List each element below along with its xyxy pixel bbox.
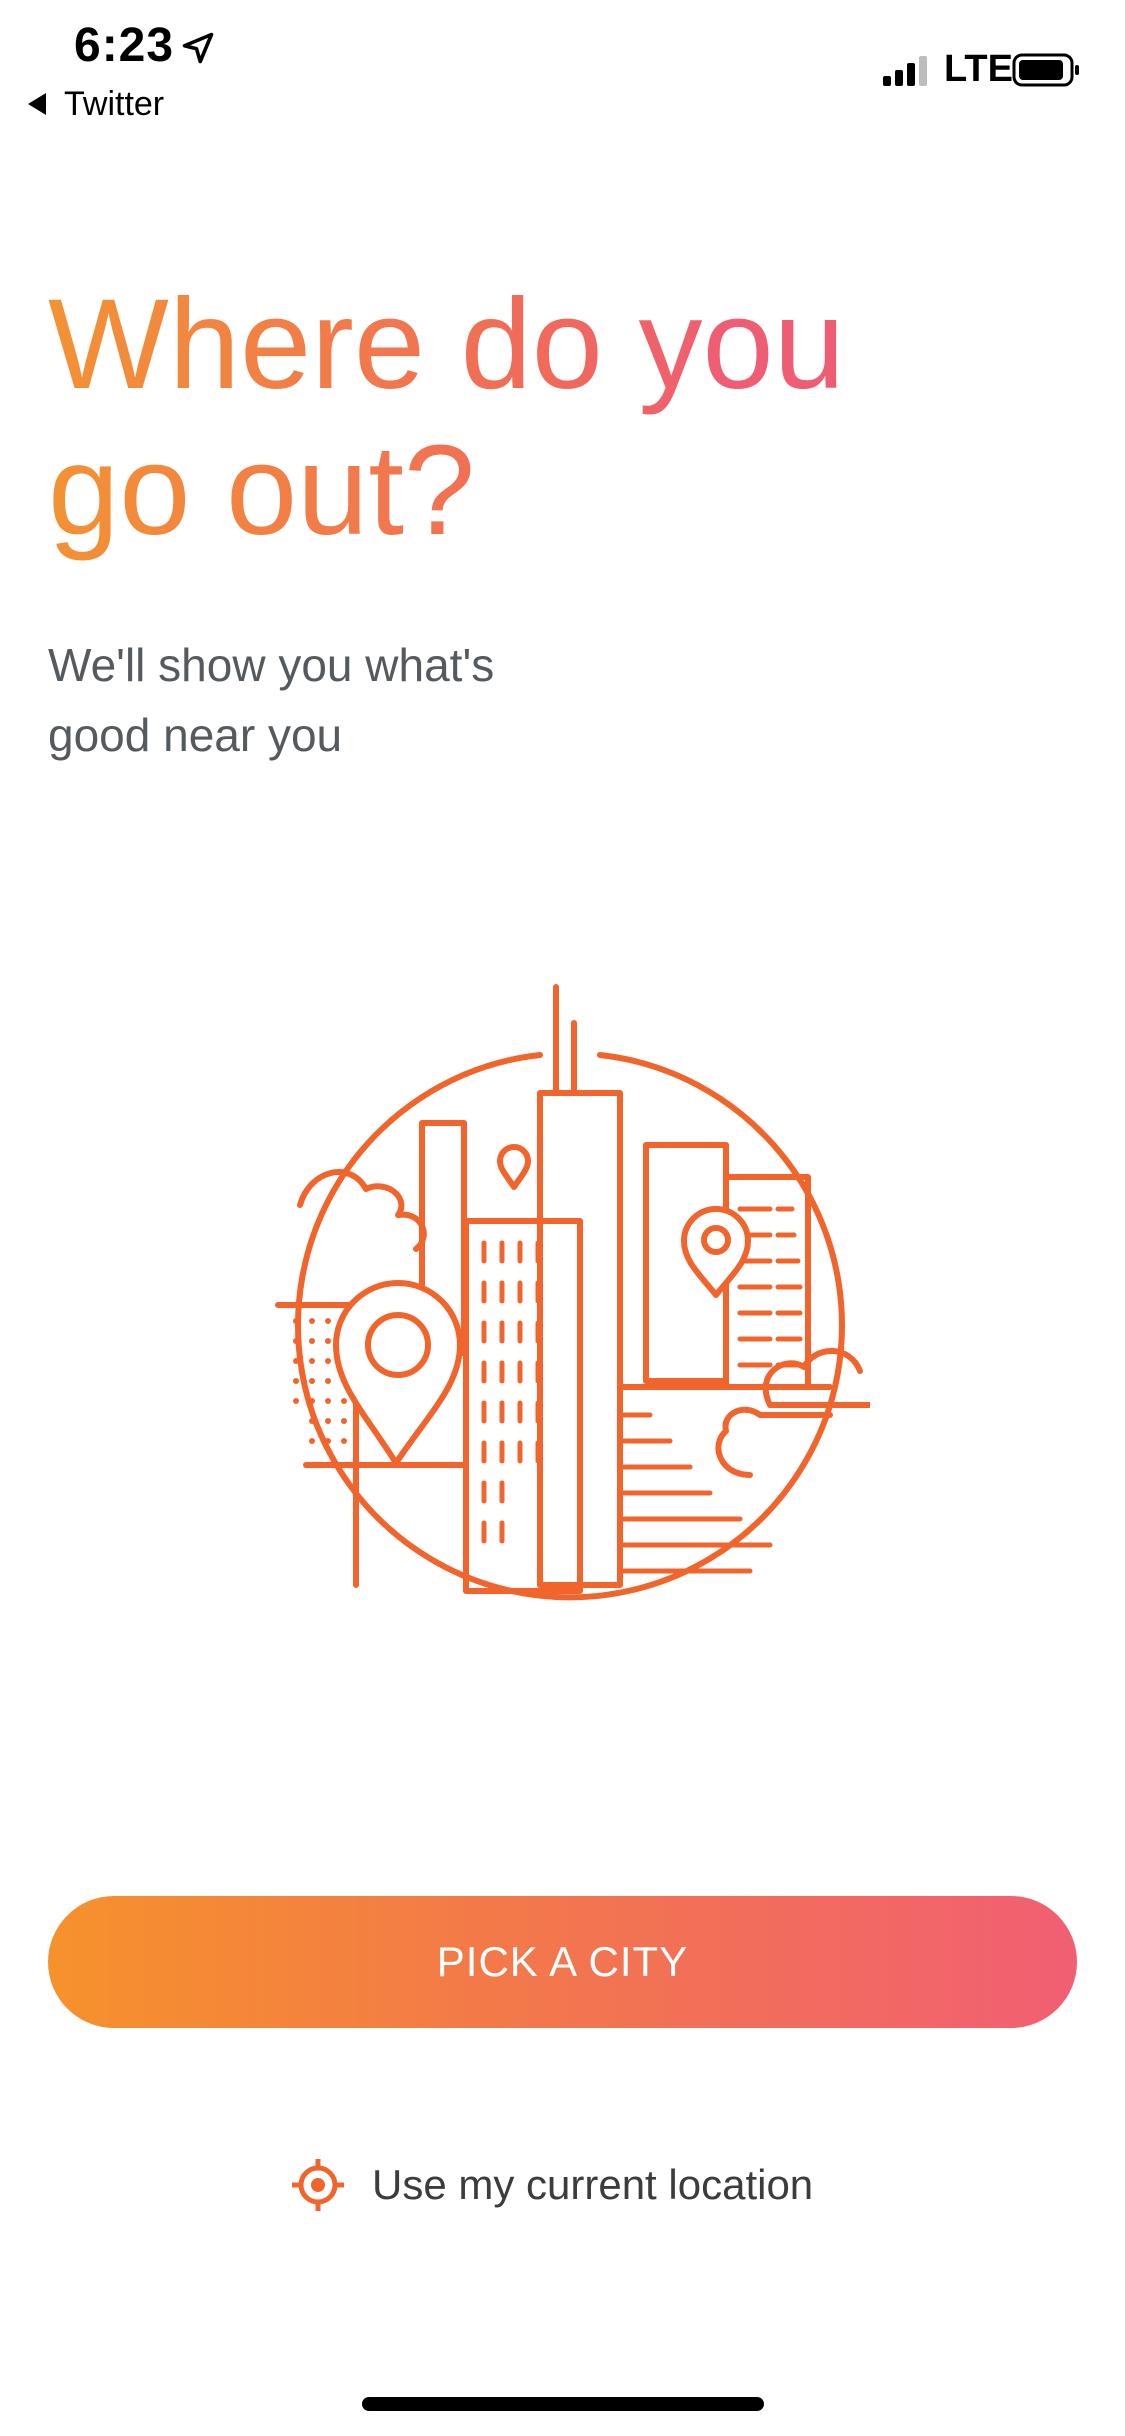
use-current-location-button[interactable]: Use my current location: [290, 2150, 813, 2220]
status-bar: 6:23 Twitter LTE: [0, 0, 1125, 130]
subtitle-line-1: We'll show you what's: [48, 639, 495, 691]
page-subtitle: We'll show you what's good near you: [48, 630, 748, 770]
battery-icon: [1012, 53, 1079, 87]
home-indicator[interactable]: [362, 2397, 764, 2411]
network-type: LTE: [944, 48, 1013, 90]
subtitle-line-2: good near you: [48, 709, 343, 761]
title-line-1: Where do you: [48, 273, 845, 416]
signal-icon: [883, 56, 927, 86]
crosshair-target-icon: [292, 2159, 344, 2211]
location-arrow-icon: [182, 32, 214, 64]
pick-a-city-button[interactable]: PICK A CITY: [48, 1896, 1077, 2028]
back-app-label: Twitter: [64, 84, 165, 123]
page-title: Where do you go out?: [48, 272, 948, 564]
title-line-2: go out?: [48, 419, 476, 562]
status-time: 6:23: [74, 19, 175, 72]
city-illustration-icon: [275, 984, 870, 1601]
back-triangle-icon: [28, 93, 46, 115]
back-to-app-button[interactable]: Twitter: [28, 84, 164, 124]
current-location-label: Use my current location: [372, 2161, 814, 2208]
